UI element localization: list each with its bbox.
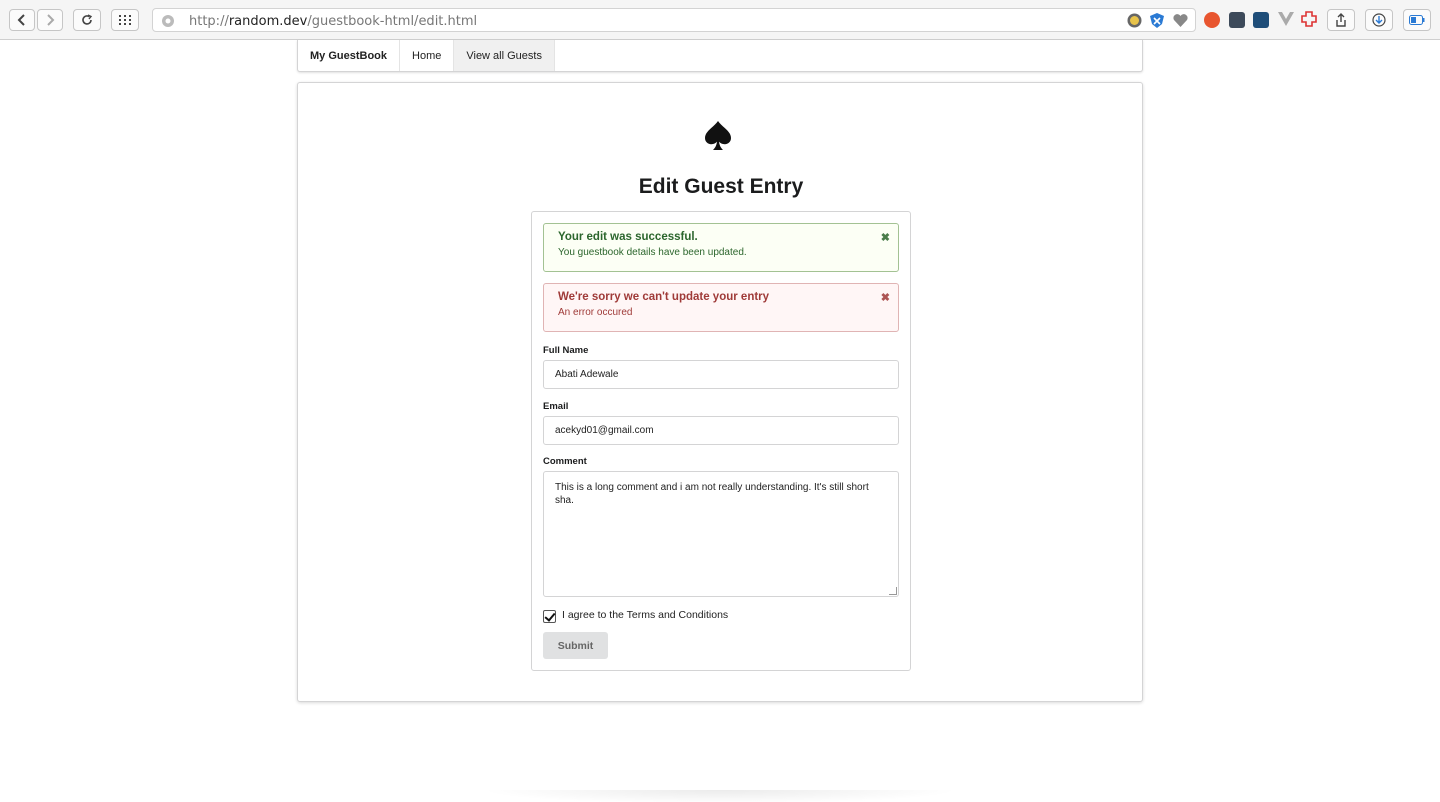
resize-handle[interactable] [889, 587, 897, 595]
terms-checkbox[interactable] [543, 610, 556, 623]
heart-icon[interactable] [1173, 14, 1188, 27]
shield-icon[interactable] [1150, 13, 1164, 28]
extension-badge-icon[interactable] [1127, 13, 1142, 28]
reload-button[interactable] [73, 9, 101, 31]
window-shadow [480, 790, 960, 802]
url-path: /guestbook-html/edit.html [307, 14, 478, 29]
full-name-label: Full Name [543, 345, 589, 356]
battery-button[interactable] [1403, 9, 1431, 31]
reload-icon [82, 14, 93, 25]
back-button[interactable] [9, 9, 35, 31]
share-icon [1336, 13, 1346, 27]
comment-label: Comment [543, 456, 587, 467]
email-label: Email [543, 401, 569, 412]
comment-text: This is a long comment and i am not real… [555, 482, 869, 506]
apps-grid-button[interactable] [111, 9, 139, 31]
nav-brand[interactable]: My GuestBook [298, 40, 401, 71]
share-button[interactable] [1327, 9, 1355, 31]
site-nav-menu: My GuestBook Home View all Guests [297, 40, 1143, 72]
nav-item-home[interactable]: Home [400, 40, 455, 71]
close-icon[interactable]: ✖ [881, 231, 890, 244]
edit-form: Your edit was successful. You guestbook … [531, 211, 911, 671]
success-message: Your edit was successful. You guestbook … [543, 223, 899, 272]
vue-devtools-icon[interactable] [1278, 12, 1294, 26]
chevron-right-icon [47, 14, 55, 26]
extension-1-icon[interactable] [1204, 12, 1220, 28]
nav-item-view-all-guests[interactable]: View all Guests [454, 40, 555, 71]
plus-extension-icon[interactable] [1301, 11, 1317, 27]
error-message-header: We're sorry we can't update your entry [558, 291, 770, 303]
success-message-header: Your edit was successful. [558, 231, 698, 243]
error-message-body: An error occured [558, 307, 633, 318]
address-bar[interactable]: http://random.dev/guestbook-html/edit.ht… [152, 8, 1196, 32]
close-icon[interactable]: ✖ [881, 291, 890, 304]
extension-2-icon[interactable] [1229, 12, 1245, 28]
success-message-body: You guestbook details have been updated. [558, 247, 747, 258]
url-prefix: http:// [189, 14, 229, 29]
extension-3-icon[interactable] [1253, 12, 1269, 28]
submit-button[interactable]: Submit [543, 632, 608, 659]
error-message: We're sorry we can't update your entry A… [543, 283, 899, 332]
grid-icon [119, 15, 131, 25]
url-text: http://random.dev/guestbook-html/edit.ht… [189, 14, 477, 29]
email-field[interactable]: acekyd01@gmail.com [543, 416, 899, 445]
chevron-left-icon [17, 14, 25, 26]
main-card: Edit Guest Entry Your edit was successfu… [297, 82, 1143, 702]
site-info-icon [162, 15, 174, 27]
download-icon [1372, 13, 1386, 27]
forward-button[interactable] [37, 9, 63, 31]
battery-icon [1409, 15, 1425, 25]
spade-icon [705, 121, 731, 150]
terms-label[interactable]: I agree to the Terms and Conditions [562, 609, 728, 621]
downloads-button[interactable] [1365, 9, 1393, 31]
comment-textarea[interactable]: This is a long comment and i am not real… [543, 471, 899, 597]
browser-toolbar: http://random.dev/guestbook-html/edit.ht… [0, 0, 1440, 40]
url-host: random.dev [228, 14, 308, 29]
page-title: Edit Guest Entry [638, 175, 804, 198]
full-name-field[interactable]: Abati Adewale [543, 360, 899, 389]
